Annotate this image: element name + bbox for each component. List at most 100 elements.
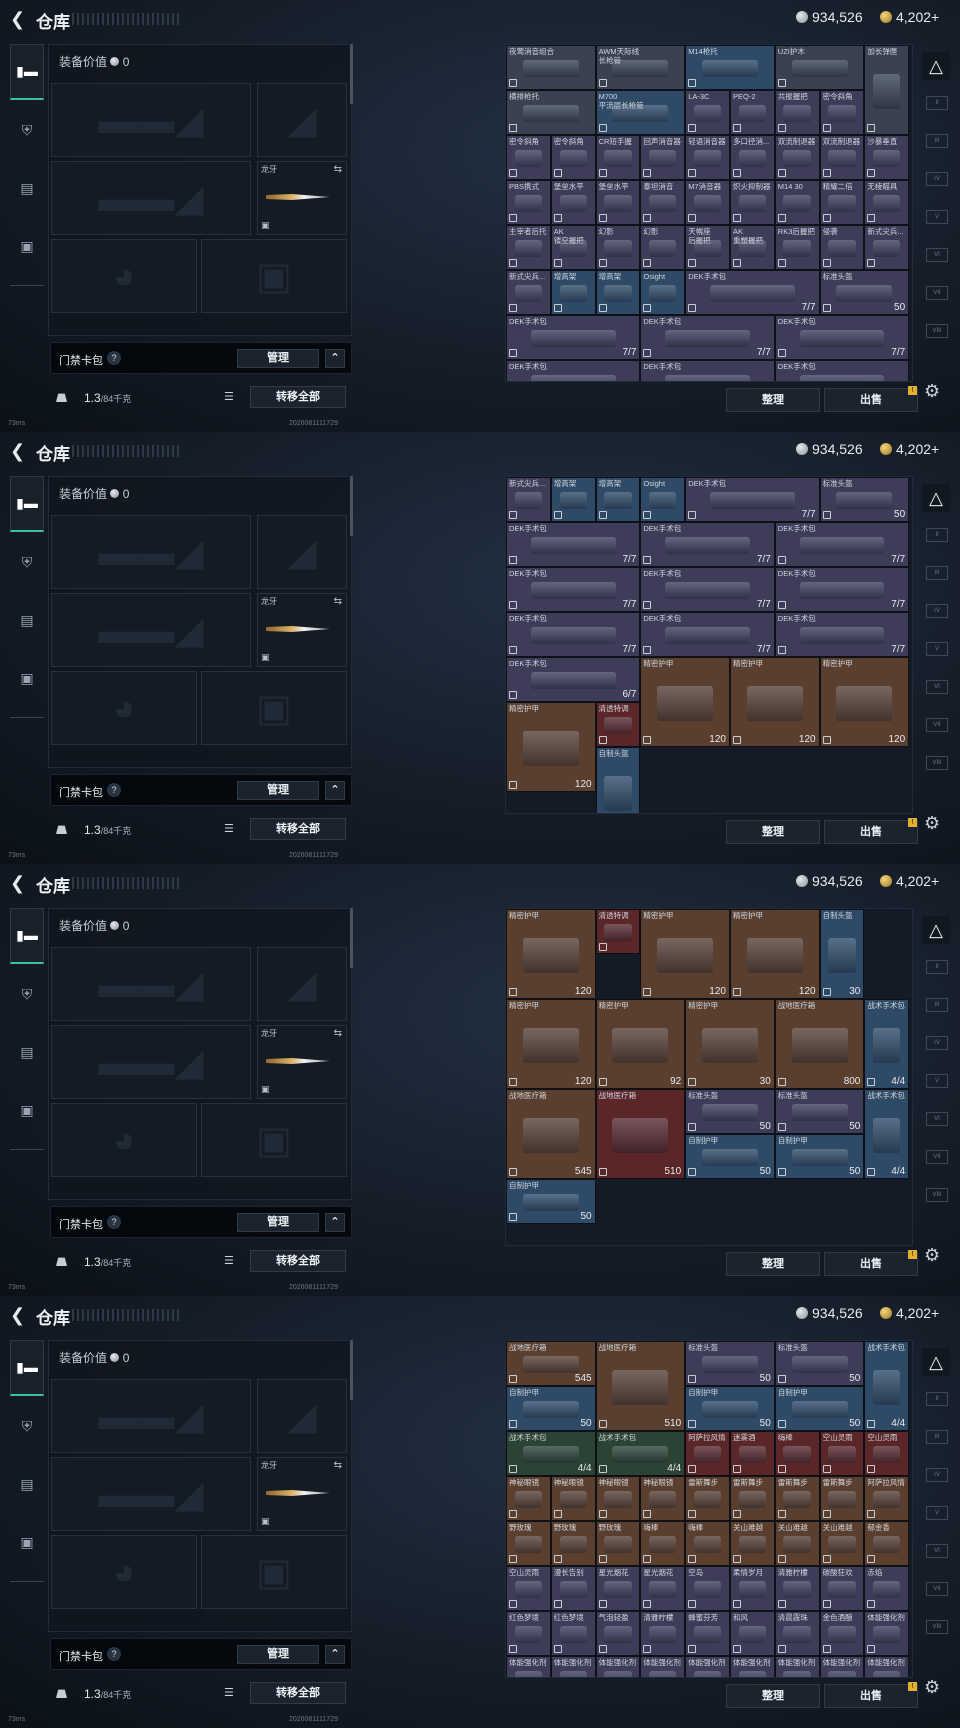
stash-item[interactable]: 赤焰 [864, 1566, 910, 1611]
stash-tab-2[interactable]: II [926, 96, 948, 110]
gold-currency[interactable]: 4,202+ [880, 9, 939, 25]
stash-item[interactable]: 体能强化剂 [864, 1656, 910, 1677]
pistol-slot[interactable]: ◢ [257, 83, 347, 157]
stash-item[interactable]: 精密护甲 120 [640, 909, 730, 999]
melee-slot[interactable]: 龙牙 ⇆ ▣ [257, 593, 347, 667]
swap-icon[interactable]: ⇆ [334, 1028, 342, 1039]
stash-item[interactable]: 双流制退器 [774, 135, 820, 180]
tab-supplies[interactable]: ▤ [10, 592, 44, 648]
swap-icon[interactable]: ⇆ [334, 596, 342, 607]
stash-tab-4[interactable]: IV [926, 604, 948, 618]
stash-grid[interactable]: 夜莺消音组合 AWM天际线 长枪管M14枪托 UZI护木 加长弹匣横排枪托 M700 平… [505, 44, 913, 382]
list-icon[interactable]: ☰ [224, 1254, 238, 1267]
stash-item[interactable]: 夜莺消音组合 [506, 45, 596, 90]
stash-item[interactable]: DEK手术包 7/7 [640, 567, 775, 612]
stash-item[interactable]: 多口径消... [729, 135, 775, 180]
list-icon[interactable]: ☰ [224, 390, 238, 403]
stash-item[interactable]: 增高架 [595, 270, 641, 315]
manage-button[interactable]: 管理 [237, 349, 319, 368]
stash-item[interactable]: 标准头盔 50 [774, 1089, 865, 1134]
transfer-all-button[interactable]: 转移全部 [250, 386, 346, 408]
armor-slot[interactable]: ▣ [201, 1535, 347, 1609]
stash-item[interactable]: 标准头盔 50 [774, 1341, 865, 1386]
stash-item[interactable]: DEK手术包 7/7 [774, 612, 910, 657]
stash-item[interactable]: 双流制退器 [819, 135, 865, 180]
stash-item[interactable]: 阿萨拉风情 [864, 1476, 910, 1521]
stash-tab-5[interactable]: V [926, 1506, 948, 1520]
stash-tab-7[interactable]: VII [926, 718, 948, 732]
stash-tab-8[interactable]: VIII [926, 756, 948, 770]
equip-scrollbar[interactable] [350, 908, 353, 968]
stash-item[interactable]: 气泡轻盈 [595, 1611, 641, 1656]
stash-item[interactable]: 体能强化剂 [774, 1656, 820, 1677]
stash-item[interactable]: 战术手术包 4/4 [864, 1341, 910, 1431]
gold-currency[interactable]: 4,202+ [880, 873, 939, 889]
stash-item[interactable]: AK 镂空握把 [550, 225, 596, 270]
sort-button[interactable]: 整理 [726, 820, 820, 844]
stash-item[interactable]: 战地医疗箱 510 [595, 1089, 686, 1179]
tab-supplies[interactable]: ▤ [10, 1024, 44, 1080]
collapse-chevron-icon[interactable]: ⌃ [325, 1645, 345, 1664]
secondary-weapon-slot[interactable]: ▬▬◢ [51, 1457, 251, 1531]
stash-tab-6[interactable]: VI [926, 680, 948, 694]
stash-tab-6[interactable]: VI [926, 1112, 948, 1126]
stash-item[interactable]: 体能强化剂 [550, 1656, 596, 1677]
gear-icon[interactable]: ⚙ [924, 1245, 940, 1266]
melee-slot[interactable]: 龙牙 ⇆ ▣ [257, 161, 347, 235]
stash-item[interactable]: DEK手术包 7/7 [640, 315, 775, 360]
stash-item[interactable]: LA-3C [685, 90, 730, 135]
stash-tab-7[interactable]: VII [926, 1150, 948, 1164]
stash-item[interactable]: 战术手术包 4/4 [864, 999, 910, 1089]
stash-item[interactable]: 自制护甲 50 [774, 1134, 865, 1179]
stash-item[interactable]: 自制头盔 [595, 747, 641, 813]
stash-item[interactable]: 体能强化剂 [506, 1656, 551, 1677]
stash-item[interactable]: CR短手握 [595, 135, 641, 180]
help-icon[interactable]: ? [107, 1647, 121, 1661]
stash-item[interactable]: 精密护甲 120 [506, 909, 596, 999]
pistol-slot[interactable]: ◢ [257, 1379, 347, 1453]
stash-item[interactable]: 精耀二倍 [819, 180, 865, 225]
help-icon[interactable]: ? [107, 783, 121, 797]
stash-item[interactable]: 精密护甲 92 [595, 999, 686, 1089]
stash-tab-4[interactable]: IV [926, 1036, 948, 1050]
stash-item[interactable]: 精密护甲 120 [729, 909, 820, 999]
stash-item[interactable]: 战地医疗箱 545 [506, 1089, 596, 1179]
armor-slot[interactable]: ▣ [201, 239, 347, 313]
stash-item[interactable]: 空岛 [685, 1566, 730, 1611]
stash-item[interactable]: 漫长告别 [550, 1566, 596, 1611]
stash-item[interactable]: DEK手术包 [506, 360, 641, 381]
stash-item[interactable]: 泰坦消音 [640, 180, 686, 225]
stash-item[interactable]: 星光烟花 [595, 1566, 641, 1611]
stash-tab-3[interactable]: III [926, 998, 948, 1012]
gear-icon[interactable]: ⚙ [924, 1677, 940, 1698]
armor-slot[interactable]: ▣ [201, 1103, 347, 1177]
transfer-all-button[interactable]: 转移全部 [250, 818, 346, 840]
stash-tab-7[interactable]: VII [926, 286, 948, 300]
stash-item[interactable]: DEK手术包 7/7 [774, 522, 910, 567]
sell-button[interactable]: 出售 [824, 1252, 918, 1276]
transfer-all-button[interactable]: 转移全部 [250, 1250, 346, 1272]
stash-item[interactable]: 精密护甲 120 [506, 702, 596, 792]
stash-item[interactable]: 野玫瑰 [595, 1521, 641, 1566]
stash-item[interactable]: Osight [640, 270, 686, 315]
gear-icon[interactable]: ⚙ [924, 813, 940, 834]
stash-tab-3[interactable]: III [926, 1430, 948, 1444]
stash-item[interactable]: M14枪托 [685, 45, 775, 90]
stash-item[interactable]: 主宰者后托 [506, 225, 551, 270]
stash-item[interactable]: 精密护甲 120 [506, 999, 596, 1089]
collapse-chevron-icon[interactable]: ⌃ [325, 1213, 345, 1232]
stash-tab-8[interactable]: VIII [926, 1188, 948, 1202]
stash-item[interactable]: 幻影 [595, 225, 641, 270]
stash-item[interactable]: 堡垒水平 [550, 180, 596, 225]
stash-item[interactable]: 神秘眼镜 [595, 1476, 641, 1521]
stash-item[interactable]: 自制护甲 50 [774, 1386, 865, 1431]
stash-item[interactable]: 精密护甲 30 [685, 999, 775, 1089]
tab-bags[interactable]: ▣ [10, 1514, 44, 1570]
stash-item[interactable]: UZI护木 [774, 45, 865, 90]
secondary-weapon-slot[interactable]: ▬▬◢ [51, 161, 251, 235]
stash-tab-7[interactable]: VII [926, 1582, 948, 1596]
tab-armor[interactable]: ⛨ [10, 534, 44, 590]
stash-item[interactable]: 回声消音器 [640, 135, 686, 180]
stash-item[interactable]: DEK手术包 [774, 360, 910, 381]
stash-item[interactable]: 增高架 [550, 477, 596, 522]
